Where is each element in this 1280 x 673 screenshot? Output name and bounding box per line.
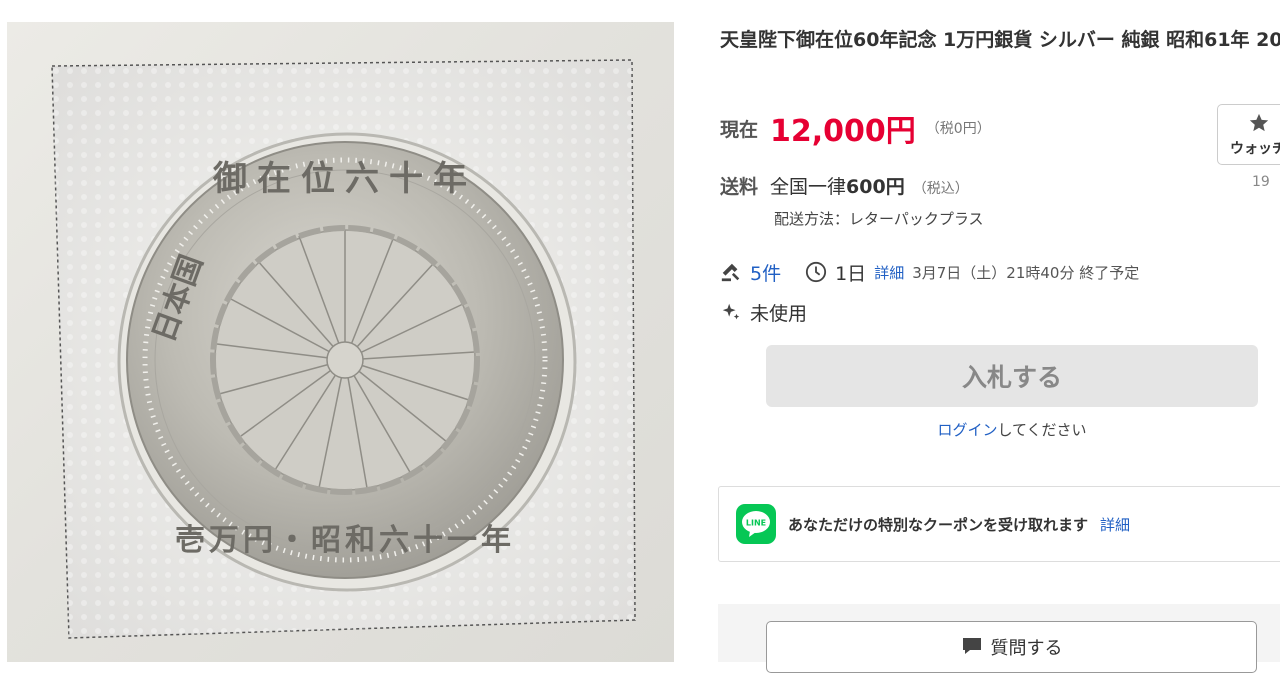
coupon-detail-link[interactable]: 詳細	[1100, 514, 1130, 535]
question-button[interactable]: 質問する	[766, 621, 1257, 673]
product-image[interactable]: 御在位六十年 日本国 壱万円・昭和六十一年	[7, 22, 674, 662]
chrysanthemum-crest	[210, 225, 480, 495]
coin-photo: 御在位六十年 日本国 壱万円・昭和六十一年	[51, 59, 636, 639]
price-row: 現在 12,000円 （税0円）	[720, 108, 991, 149]
shipping-tax: （税込）	[912, 181, 969, 197]
watch-label: ウォッチ	[1230, 141, 1280, 157]
line-icon-text: LINE	[746, 519, 766, 528]
watch-count: 19	[1252, 174, 1270, 190]
login-link[interactable]: ログイン	[937, 421, 997, 439]
question-label: 質問する	[990, 638, 1063, 659]
condition-row: 未使用	[720, 298, 807, 326]
speech-bubble-icon	[962, 638, 981, 654]
shipping-amount: 600円	[846, 176, 905, 198]
line-coupon-banner[interactable]: LINE あなただけの特別なクーポンを受け取れます 詳細	[718, 486, 1280, 562]
coin-text-bottom: 壱万円・昭和六十一年	[175, 523, 515, 558]
gavel-icon	[721, 263, 740, 282]
item-condition: 未使用	[750, 302, 808, 325]
clock-icon	[806, 261, 827, 283]
coupon-text: あなただけの特別なクーポンを受け取れます	[788, 515, 1089, 534]
bid-count-link[interactable]: 5件	[750, 259, 781, 286]
time-remaining: 1日	[835, 262, 867, 285]
bid-button[interactable]: 入札する	[766, 345, 1258, 407]
current-price: 12,000円	[770, 114, 916, 149]
product-title: 天皇陛下御在位60年記念 1万円銀貨 シルバー 純銀 昭和61年 20g	[720, 29, 1280, 51]
sparkle-icon	[722, 303, 740, 320]
time-detail-link[interactable]: 詳細	[874, 262, 904, 283]
end-time: 3月7日（土）21時40分 終了予定	[912, 263, 1140, 282]
line-icon: LINE	[736, 504, 776, 544]
coin-text-top: 御在位六十年	[212, 159, 477, 199]
shipping-label: 送料	[720, 176, 759, 198]
login-suffix: してください	[997, 421, 1087, 439]
watch-button[interactable]: ウォッチ	[1217, 104, 1280, 165]
star-icon	[1249, 113, 1269, 132]
shipping-row: 送料 全国一律 600円 （税込）	[720, 172, 969, 199]
price-tax: （税0円）	[925, 121, 991, 137]
shipping-nationwide: 全国一律	[770, 176, 847, 198]
auction-info-row: 5件 1日 詳細 3月7日（土）21時40分 終了予定	[720, 258, 1139, 286]
login-prompt: ログインしてください	[766, 419, 1258, 440]
price-label: 現在	[720, 118, 759, 141]
shipping-method: 配送方法：レターパックプラス	[774, 210, 984, 228]
